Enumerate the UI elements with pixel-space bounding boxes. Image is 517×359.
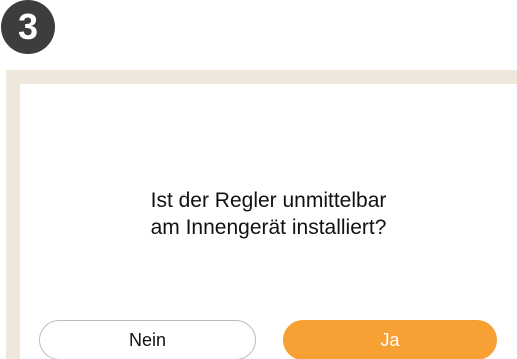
question-text: Ist der Regler unmittelbar am Innengerät… xyxy=(20,187,517,241)
dialog-panel: Ist der Regler unmittelbar am Innengerät… xyxy=(6,70,517,359)
no-button[interactable]: Nein xyxy=(39,320,256,359)
step-number-badge: 3 xyxy=(1,0,55,54)
question-line-2: am Innengerät installiert? xyxy=(150,216,387,239)
screen: 3 Ist der Regler unmittelbar am Innenger… xyxy=(0,0,517,359)
dialog-content: Ist der Regler unmittelbar am Innengerät… xyxy=(20,84,517,359)
question-line-1: Ist der Regler unmittelbar xyxy=(150,189,387,212)
yes-button[interactable]: Ja xyxy=(283,320,497,359)
